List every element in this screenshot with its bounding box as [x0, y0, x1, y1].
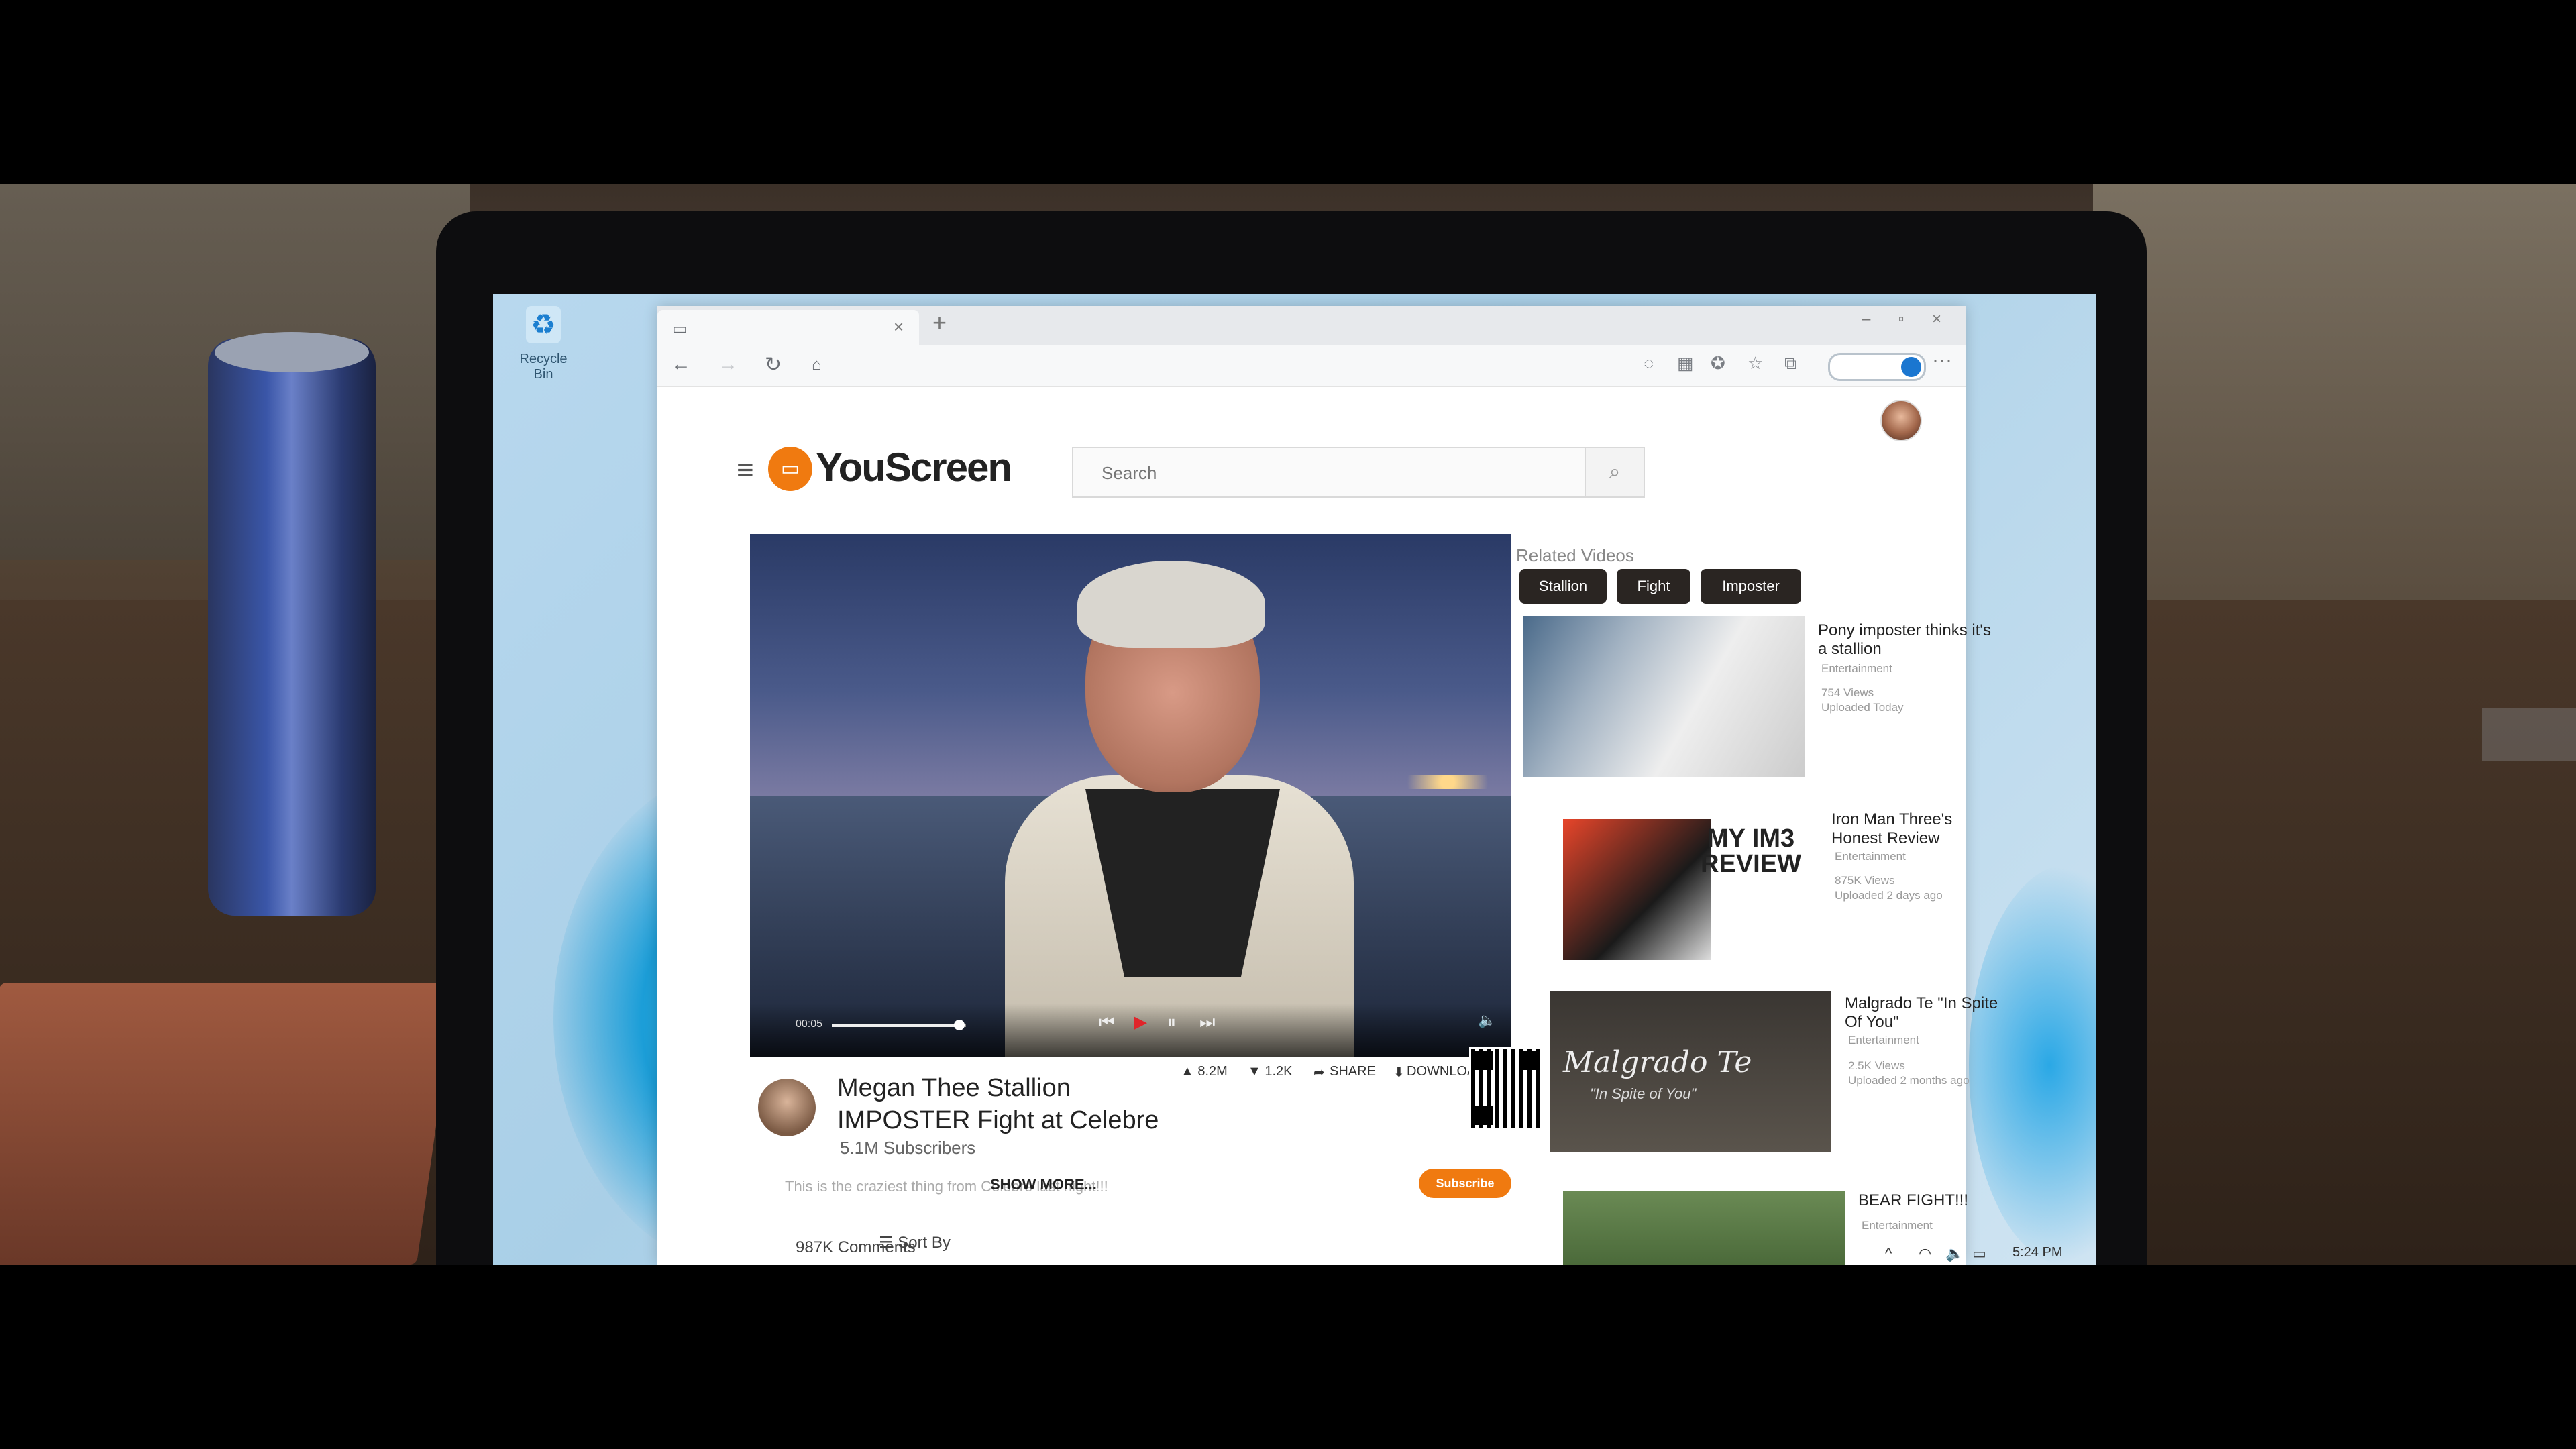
video-person-hair — [1077, 561, 1265, 648]
recycle-bin-label: Recycle Bin — [519, 352, 568, 382]
chip-fight[interactable]: Fight — [1617, 569, 1690, 604]
related-category: Entertainment — [1848, 1034, 1919, 1046]
thumbnail-text: MY IM3 REVIEW — [1701, 824, 1801, 878]
refresh-icon[interactable]: ↻ — [765, 353, 782, 376]
progress-handle[interactable] — [954, 1020, 965, 1030]
related-category: Entertainment — [1862, 1219, 1933, 1232]
favorites-icon[interactable]: ☆ — [1748, 353, 1763, 374]
related-uploaded: Uploaded 2 months ago — [1848, 1074, 1970, 1087]
speaker-icon[interactable]: 🔈 — [1945, 1245, 1964, 1263]
related-thumbnail[interactable]: Malgrado Te "In Spite of You" — [1550, 991, 1831, 1152]
channel-avatar[interactable] — [758, 1079, 816, 1136]
related-uploaded: Uploaded Today — [1821, 701, 1904, 714]
search-box — [1072, 447, 1598, 498]
back-icon[interactable]: ← — [671, 353, 691, 376]
related-views: 875K Views — [1835, 874, 1895, 887]
qr-code — [1469, 1046, 1543, 1130]
related-title[interactable]: Pony imposter thinks it's a stallion — [1818, 621, 1992, 659]
read-aloud-icon[interactable]: ◌ — [1644, 353, 1654, 374]
site-logo-text[interactable]: YouScreen — [816, 444, 1012, 490]
maximize-button[interactable]: ▫ — [1898, 310, 1904, 329]
play-icon[interactable]: ▶ — [1134, 1012, 1147, 1032]
video-lights — [1381, 775, 1511, 789]
toggle-knob — [1901, 357, 1921, 377]
thumbnail-subtext: "In Spite of You" — [1590, 1085, 1697, 1102]
youscreen-logo-icon[interactable]: ▭ — [768, 447, 812, 491]
navigation-bar: ← → ↻ ⌂ ◌ ▦ ✪ ☆ ⧉ ··· — [657, 345, 1966, 387]
sort-by-button[interactable]: ☰ Sort By — [879, 1233, 951, 1252]
thumbnail-shoe — [1563, 819, 1711, 960]
thumbnail-text: Malgrado Te — [1563, 1045, 1752, 1079]
background-wall-right — [2093, 184, 2576, 654]
browser-window: ▭ × + – ▫ × ← → ↻ ⌂ ◌ ▦ ✪ ☆ ⧉ ··· ≡ ▭ Yo… — [657, 306, 1998, 1265]
search-icon[interactable]: ⌕ — [1585, 447, 1645, 498]
video-player[interactable]: 00:05 ⏮ ▶ ⏸ ⏭ 🔈 — [750, 534, 1511, 1057]
sort-by-label: Sort By — [898, 1234, 951, 1252]
related-views: 2.5K Views — [1848, 1059, 1905, 1072]
glass-object — [2482, 708, 2576, 761]
related-category: Entertainment — [1835, 850, 1906, 863]
recycle-bin[interactable]: ♻ Recycle Bin — [513, 306, 574, 382]
search-input[interactable] — [1100, 448, 1572, 498]
more-menu-button[interactable]: ··· — [1932, 349, 1952, 372]
close-window-button[interactable]: × — [1932, 310, 1941, 329]
wifi-icon[interactable]: ◠ — [1919, 1245, 1931, 1263]
related-thumbnail[interactable] — [1523, 616, 1805, 777]
profile-toggle[interactable] — [1828, 353, 1926, 381]
download-icon[interactable]: ⬇ — [1393, 1064, 1405, 1081]
tab-close-icon[interactable]: × — [894, 317, 904, 337]
related-views: 754 Views — [1821, 686, 1874, 699]
share-button[interactable]: SHARE — [1330, 1064, 1376, 1079]
related-title[interactable]: Iron Man Three's Honest Review — [1831, 810, 2006, 848]
progress-fill — [832, 1024, 959, 1027]
apps-icon[interactable]: ▦ — [1677, 353, 1694, 374]
home-icon[interactable]: ⌂ — [812, 356, 822, 374]
fast-forward-icon[interactable]: ⏭ — [1199, 1012, 1215, 1033]
collections-icon[interactable]: ⧉ — [1784, 353, 1797, 374]
related-category: Entertainment — [1821, 662, 1892, 675]
related-thumbnail[interactable] — [1563, 1191, 1845, 1265]
share-icon[interactable]: ➦ — [1313, 1064, 1325, 1081]
related-title[interactable]: Malgrado Te "In Spite Of You" — [1845, 994, 2019, 1032]
soda-can — [208, 339, 376, 916]
browser-tab[interactable]: ▭ × — [657, 310, 919, 345]
related-videos-heading: Related Videos — [1516, 545, 1634, 566]
video-time: 00:05 — [796, 1018, 823, 1030]
pause-icon[interactable]: ⏸ — [1167, 1012, 1176, 1033]
related-uploaded: Uploaded 2 days ago — [1835, 889, 1943, 902]
subscriber-count: 5.1M Subscribers — [840, 1138, 976, 1158]
chip-stallion[interactable]: Stallion — [1519, 569, 1607, 604]
taskbar-clock[interactable]: 5:24 PM — [2012, 1245, 2062, 1260]
minimize-button[interactable]: – — [1862, 310, 1870, 329]
new-tab-button[interactable]: + — [932, 309, 947, 337]
player-controls — [750, 1004, 1511, 1057]
chip-imposter[interactable]: Imposter — [1701, 569, 1801, 604]
tab-page-icon: ▭ — [672, 320, 688, 338]
soda-can-top — [215, 332, 369, 372]
show-more-link[interactable]: SHOW MORE... — [990, 1176, 1097, 1193]
leather-folder — [0, 983, 457, 1265]
recycle-bin-icon: ♻ — [526, 306, 561, 343]
forward-icon[interactable]: → — [718, 353, 738, 376]
tab-bar: ▭ × + – ▫ × — [657, 306, 1966, 345]
battery-icon[interactable]: ▭ — [1972, 1245, 1986, 1263]
laptop-screen: ♻ Recycle Bin ▭ × + – ▫ × ← → ↻ ⌂ ◌ ▦ ✪ … — [493, 294, 2096, 1265]
like-button[interactable]: ▲ 8.2M — [1181, 1064, 1228, 1079]
related-title[interactable]: BEAR FIGHT!!! — [1858, 1191, 2033, 1210]
dislike-button[interactable]: ▼ 1.2K — [1248, 1064, 1293, 1079]
extensions-icon[interactable]: ✪ — [1711, 353, 1725, 374]
subscribe-button[interactable]: Subscribe — [1419, 1169, 1511, 1198]
volume-icon[interactable]: 🔈 — [1478, 1012, 1496, 1029]
rewind-icon[interactable]: ⏮ — [1099, 1012, 1114, 1033]
chevron-up-icon[interactable]: ^ — [1885, 1245, 1892, 1263]
profile-avatar[interactable] — [1880, 400, 1922, 441]
related-thumbnail[interactable]: MY IM3 REVIEW — [1536, 806, 1818, 967]
video-title: Megan Thee Stallion IMPOSTER Fight at Ce… — [837, 1074, 1159, 1134]
hamburger-menu-icon[interactable]: ≡ — [737, 453, 754, 487]
sort-icon: ☰ — [879, 1234, 898, 1252]
